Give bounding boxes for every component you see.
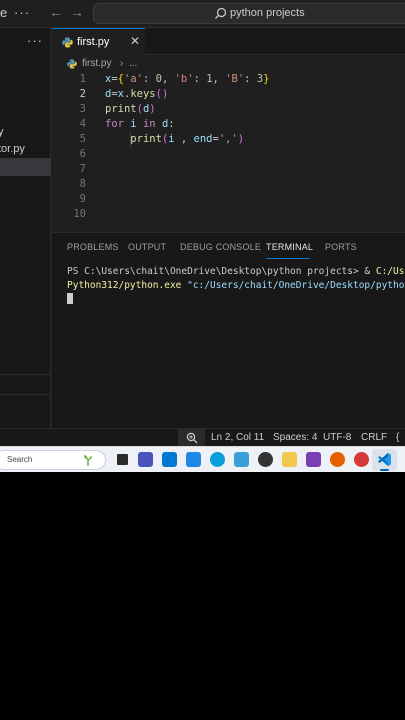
more-menu-icon[interactable]: ···	[14, 5, 30, 20]
python-icon	[67, 59, 77, 69]
line-number: 5	[79, 133, 86, 145]
terminal-exe-path-cont: Python312/python.exe	[67, 280, 182, 291]
folder-icon[interactable]	[282, 452, 297, 467]
breadcrumb-file[interactable]: first.py	[82, 58, 111, 69]
line-number: 9	[79, 193, 86, 205]
language-mode-partial[interactable]: {	[396, 432, 399, 443]
search-text: python projects	[230, 7, 305, 19]
line-number: 6	[79, 148, 86, 160]
photos-icon[interactable]	[186, 452, 201, 467]
teams-icon[interactable]	[138, 452, 153, 467]
terminal-output[interactable]: PS C:\Users\chait\OneDrive\Desktop\pytho…	[67, 265, 405, 293]
back-arrow-icon[interactable]: ←	[49, 4, 63, 20]
line-number: 4	[79, 118, 86, 130]
tab-terminal[interactable]: TERMINAL	[266, 242, 313, 252]
explorer-sidebar: ··· y tor.py	[0, 28, 51, 428]
chevron-right-icon: ›	[120, 58, 124, 69]
active-tab-indicator	[266, 258, 310, 259]
line-number: 1	[79, 73, 86, 85]
zoom-icon	[186, 432, 198, 444]
edge-icon[interactable]	[210, 452, 225, 467]
line-number: 7	[79, 163, 86, 175]
sidebar-divider	[0, 374, 51, 375]
menu-item-partial[interactable]: e	[0, 5, 7, 20]
line-number: 10	[73, 208, 86, 220]
explorer-selected-item[interactable]	[0, 158, 51, 176]
eol-setting[interactable]: CRLF	[361, 432, 387, 443]
title-bar: e ··· ← → python projects	[0, 0, 405, 28]
active-app-indicator	[380, 469, 389, 471]
code-line: d=x.keys()	[105, 88, 169, 100]
terminal-prompt: PS C:\Users\chait\OneDrive\Desktop\pytho…	[67, 266, 376, 277]
terminal-cursor	[67, 293, 73, 304]
code-line: x={'a': 0, 'b': 1, 'B': 3}	[105, 73, 270, 85]
encoding-setting[interactable]: UTF-8	[323, 432, 351, 443]
search-highlight-icon	[83, 455, 93, 466]
tab-label: first.py	[77, 36, 110, 48]
line-number: 8	[79, 178, 86, 190]
close-icon[interactable]: ✕	[130, 34, 140, 48]
code-line: print(d)	[105, 103, 156, 115]
tab-ports[interactable]: PORTS	[325, 242, 357, 252]
terminal-argument: "c:/Users/chait/OneDrive/Desktop/python	[181, 280, 405, 291]
explorer-more-icon[interactable]: ···	[27, 33, 43, 48]
cursor-position[interactable]: Ln 2, Col 11	[211, 432, 264, 443]
tab-first-py[interactable]: first.py ✕	[52, 28, 145, 55]
tab-output[interactable]: OUTPUT	[128, 242, 166, 252]
indentation-setting[interactable]: Spaces: 4	[273, 432, 317, 443]
taskbar-search-text: Search	[7, 455, 33, 464]
vscode-icon	[378, 453, 391, 466]
command-center-search[interactable]: python projects	[93, 3, 405, 24]
code-editor[interactable]: 1 2 3 4 5 6 7 8 9 10 x={'a': 0, 'b': 1, …	[52, 72, 405, 232]
browser-icon[interactable]	[354, 452, 369, 467]
python-icon	[62, 37, 73, 48]
firefox-icon[interactable]	[330, 452, 345, 467]
taskbar-search[interactable]: Search	[0, 450, 106, 470]
dell-icon[interactable]	[162, 452, 177, 467]
status-bar: Ln 2, Col 11 Spaces: 4 UTF-8 CRLF {	[0, 428, 405, 447]
bottom-panel: PROBLEMS OUTPUT DEBUG CONSOLE TERMINAL P…	[52, 232, 405, 428]
breadcrumb-more[interactable]: ...	[129, 58, 137, 69]
editor-tab-bar: first.py ✕	[52, 28, 405, 55]
terminal-exe-path: C:/Use	[375, 266, 405, 277]
tab-problems[interactable]: PROBLEMS	[67, 242, 119, 252]
line-number: 3	[79, 103, 86, 115]
explorer-file-item[interactable]: y	[0, 126, 4, 138]
forward-arrow-icon[interactable]: →	[70, 4, 84, 20]
calculator-icon[interactable]	[234, 452, 249, 467]
task-view-icon[interactable]	[115, 452, 130, 467]
search-icon	[215, 7, 227, 19]
media-icon[interactable]	[306, 452, 321, 467]
explorer-file-item[interactable]: tor.py	[0, 143, 25, 155]
obs-icon[interactable]	[258, 452, 273, 467]
line-number-active: 2	[79, 88, 86, 100]
code-line: print(i , end=',')	[130, 133, 245, 145]
sidebar-divider	[0, 394, 51, 395]
windows-taskbar: Search	[0, 446, 405, 472]
tab-debug-console[interactable]: DEBUG CONSOLE	[180, 242, 261, 252]
vscode-window: e ··· ← → python projects ··· y tor.py f…	[0, 0, 405, 470]
zoom-button[interactable]	[178, 429, 205, 447]
code-line: for i in d:	[105, 118, 175, 130]
